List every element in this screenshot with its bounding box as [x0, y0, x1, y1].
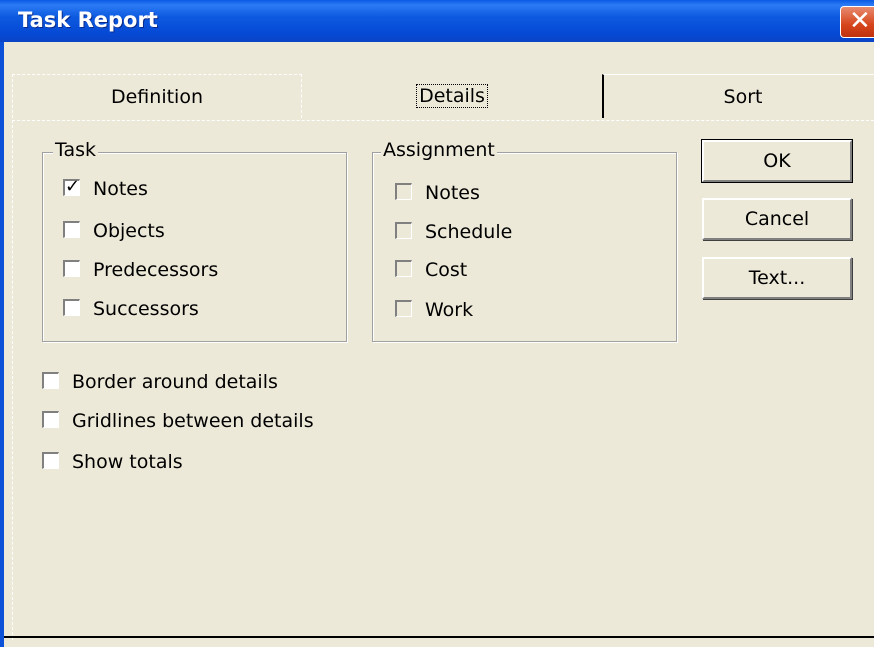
checkbox-box[interactable]: [63, 260, 80, 277]
window-title: Task Report: [18, 8, 158, 32]
task-objects-label: Objects: [93, 220, 165, 242]
tab-panel-border-left: [12, 120, 13, 640]
assignment-schedule-label: Schedule: [425, 221, 513, 243]
checkbox-box[interactable]: [63, 221, 80, 238]
tab-strip: Definition Details Sort: [12, 74, 874, 120]
tab-sort[interactable]: Sort: [602, 74, 874, 118]
checkbox-box[interactable]: ✓: [63, 176, 81, 197]
border-around-details-label: Border around details: [72, 371, 278, 393]
task-group-label: Task: [53, 139, 99, 161]
assignment-work-label: Work: [425, 299, 474, 321]
tab-details[interactable]: Details: [302, 74, 602, 118]
checkbox-box[interactable]: [395, 300, 412, 317]
checkbox-box[interactable]: [395, 260, 412, 277]
tab-definition-label: Definition: [110, 86, 203, 108]
checkbox-box[interactable]: [42, 411, 59, 428]
checkbox-box[interactable]: [42, 372, 59, 389]
check-icon: ✓: [65, 176, 81, 197]
task-group: Task ✓ Notes Objects Predecessors Succes…: [42, 139, 347, 342]
checkbox-box[interactable]: [395, 183, 412, 200]
ok-button[interactable]: OK: [701, 139, 853, 183]
tab-details-label: Details: [416, 84, 488, 108]
assignment-group: Assignment Notes Schedule Cost Work: [372, 139, 677, 342]
assignment-group-label: Assignment: [381, 139, 497, 161]
tab-sort-label: Sort: [723, 86, 763, 108]
assignment-notes-label: Notes: [425, 182, 480, 204]
close-button[interactable]: ✕: [840, 6, 874, 38]
cancel-button[interactable]: Cancel: [702, 198, 852, 240]
text-button[interactable]: Text...: [702, 257, 852, 299]
assignment-cost-label: Cost: [425, 259, 468, 281]
gridlines-between-details-label: Gridlines between details: [72, 410, 314, 432]
checkbox-box[interactable]: [42, 452, 59, 469]
checkbox-box[interactable]: [395, 222, 412, 239]
tab-panel-border-top: [12, 120, 874, 121]
task-report-dialog: Task Report ✕ Definition Details Sort Ta…: [0, 0, 874, 647]
tab-definition[interactable]: Definition: [12, 74, 302, 118]
task-notes-label: Notes: [93, 178, 148, 200]
dialog-body: [4, 42, 874, 647]
tab-panel-border-bottom: [4, 636, 874, 638]
title-bar[interactable]: Task Report ✕: [0, 0, 874, 42]
task-predecessors-label: Predecessors: [93, 259, 219, 281]
close-icon: ✕: [849, 6, 871, 36]
show-totals-label: Show totals: [72, 451, 183, 473]
task-successors-label: Successors: [93, 298, 199, 320]
checkbox-box[interactable]: [63, 299, 80, 316]
